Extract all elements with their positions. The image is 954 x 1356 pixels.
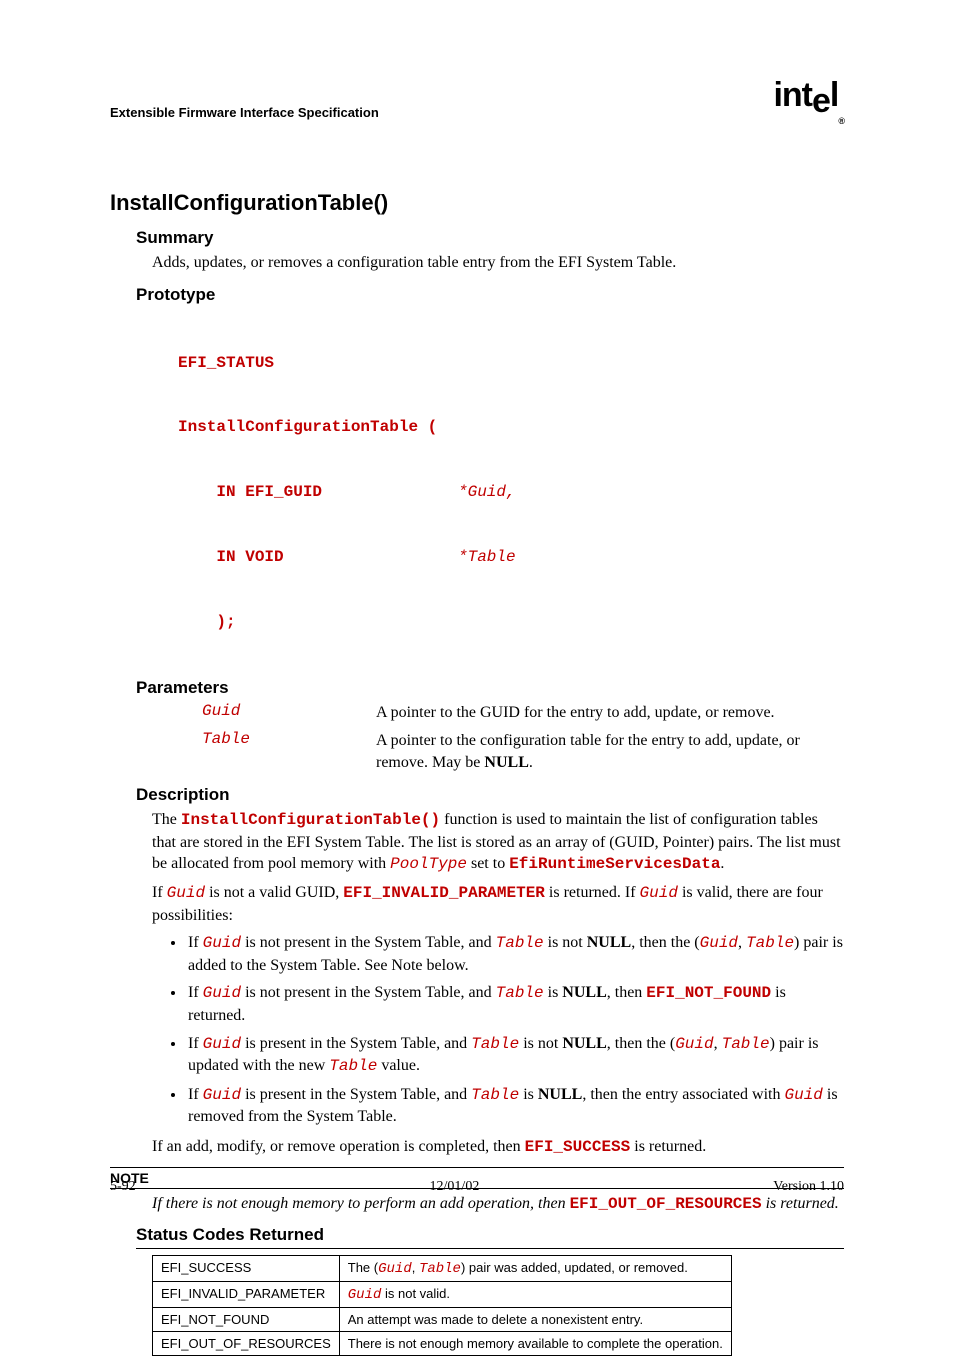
status-code: EFI_OUT_OF_RESOURCES — [153, 1332, 340, 1356]
table-row: EFI_INVALID_PARAMETER Guid is not valid. — [153, 1282, 732, 1308]
proto-line: EFI_STATUS — [178, 353, 844, 375]
table-row: EFI_SUCCESS The (Guid, Table) pair was a… — [153, 1256, 732, 1282]
doc-title: Extensible Firmware Interface Specificat… — [110, 105, 379, 120]
status-desc: An attempt was made to delete a nonexist… — [339, 1308, 731, 1332]
table-row: EFI_NOT_FOUND An attempt was made to del… — [153, 1308, 732, 1332]
description-p2: If Guid is not a valid GUID, EFI_INVALID… — [152, 882, 844, 926]
function-title: InstallConfigurationTable() — [110, 190, 844, 216]
status-code: EFI_NOT_FOUND — [153, 1308, 340, 1332]
description-bullets: If Guid is not present in the System Tab… — [168, 932, 844, 1128]
summary-text: Adds, updates, or removes a configuratio… — [152, 252, 844, 274]
list-item: If Guid is present in the System Table, … — [186, 1033, 844, 1078]
status-desc: There is not enough memory available to … — [339, 1332, 731, 1356]
parameters-table: Guid A pointer to the GUID for the entry… — [202, 702, 844, 773]
status-heading: Status Codes Returned — [136, 1225, 844, 1249]
param-row: Table A pointer to the configuration tab… — [202, 730, 844, 773]
list-item: If Guid is present in the System Table, … — [186, 1084, 844, 1128]
status-desc: The (Guid, Table) pair was added, update… — [339, 1256, 731, 1282]
list-item: If Guid is not present in the System Tab… — [186, 982, 844, 1026]
note-body: If there is not enough memory to perform… — [152, 1193, 844, 1216]
page-footer: 5-92 12/01/02 Version 1.10 — [110, 1179, 844, 1195]
intel-logo: intel® — [773, 76, 844, 116]
parameters-heading: Parameters — [136, 678, 844, 698]
summary-heading: Summary — [136, 228, 844, 248]
description-heading: Description — [136, 785, 844, 805]
param-name: Table — [202, 730, 376, 773]
status-code: EFI_SUCCESS — [153, 1256, 340, 1282]
proto-line: IN EFI_GUID *Guid, — [178, 482, 844, 504]
prototype-block: EFI_STATUS InstallConfigurationTable ( I… — [178, 309, 844, 676]
description-p1: The InstallConfigurationTable() function… — [152, 809, 844, 876]
proto-line: ); — [178, 612, 844, 634]
footer-right: Version 1.10 — [773, 1179, 844, 1195]
description-p3: If an add, modify, or remove operation i… — [152, 1136, 844, 1159]
list-item: If Guid is not present in the System Tab… — [186, 932, 844, 976]
footer-center: 12/01/02 — [430, 1179, 480, 1195]
status-code: EFI_INVALID_PARAMETER — [153, 1282, 340, 1308]
page-header: Extensible Firmware Interface Specificat… — [110, 80, 844, 120]
param-desc: A pointer to the configuration table for… — [376, 730, 844, 773]
status-desc: Guid is not valid. — [339, 1282, 731, 1308]
proto-line: InstallConfigurationTable ( — [178, 417, 844, 439]
page: Extensible Firmware Interface Specificat… — [0, 0, 954, 1235]
param-name: Guid — [202, 702, 376, 724]
footer-left: 5-92 — [110, 1179, 136, 1195]
param-desc: A pointer to the GUID for the entry to a… — [376, 702, 844, 724]
param-row: Guid A pointer to the GUID for the entry… — [202, 702, 844, 724]
proto-line: IN VOID *Table — [178, 547, 844, 569]
status-table: EFI_SUCCESS The (Guid, Table) pair was a… — [152, 1255, 732, 1356]
table-row: EFI_OUT_OF_RESOURCES There is not enough… — [153, 1332, 732, 1356]
prototype-heading: Prototype — [136, 285, 844, 305]
